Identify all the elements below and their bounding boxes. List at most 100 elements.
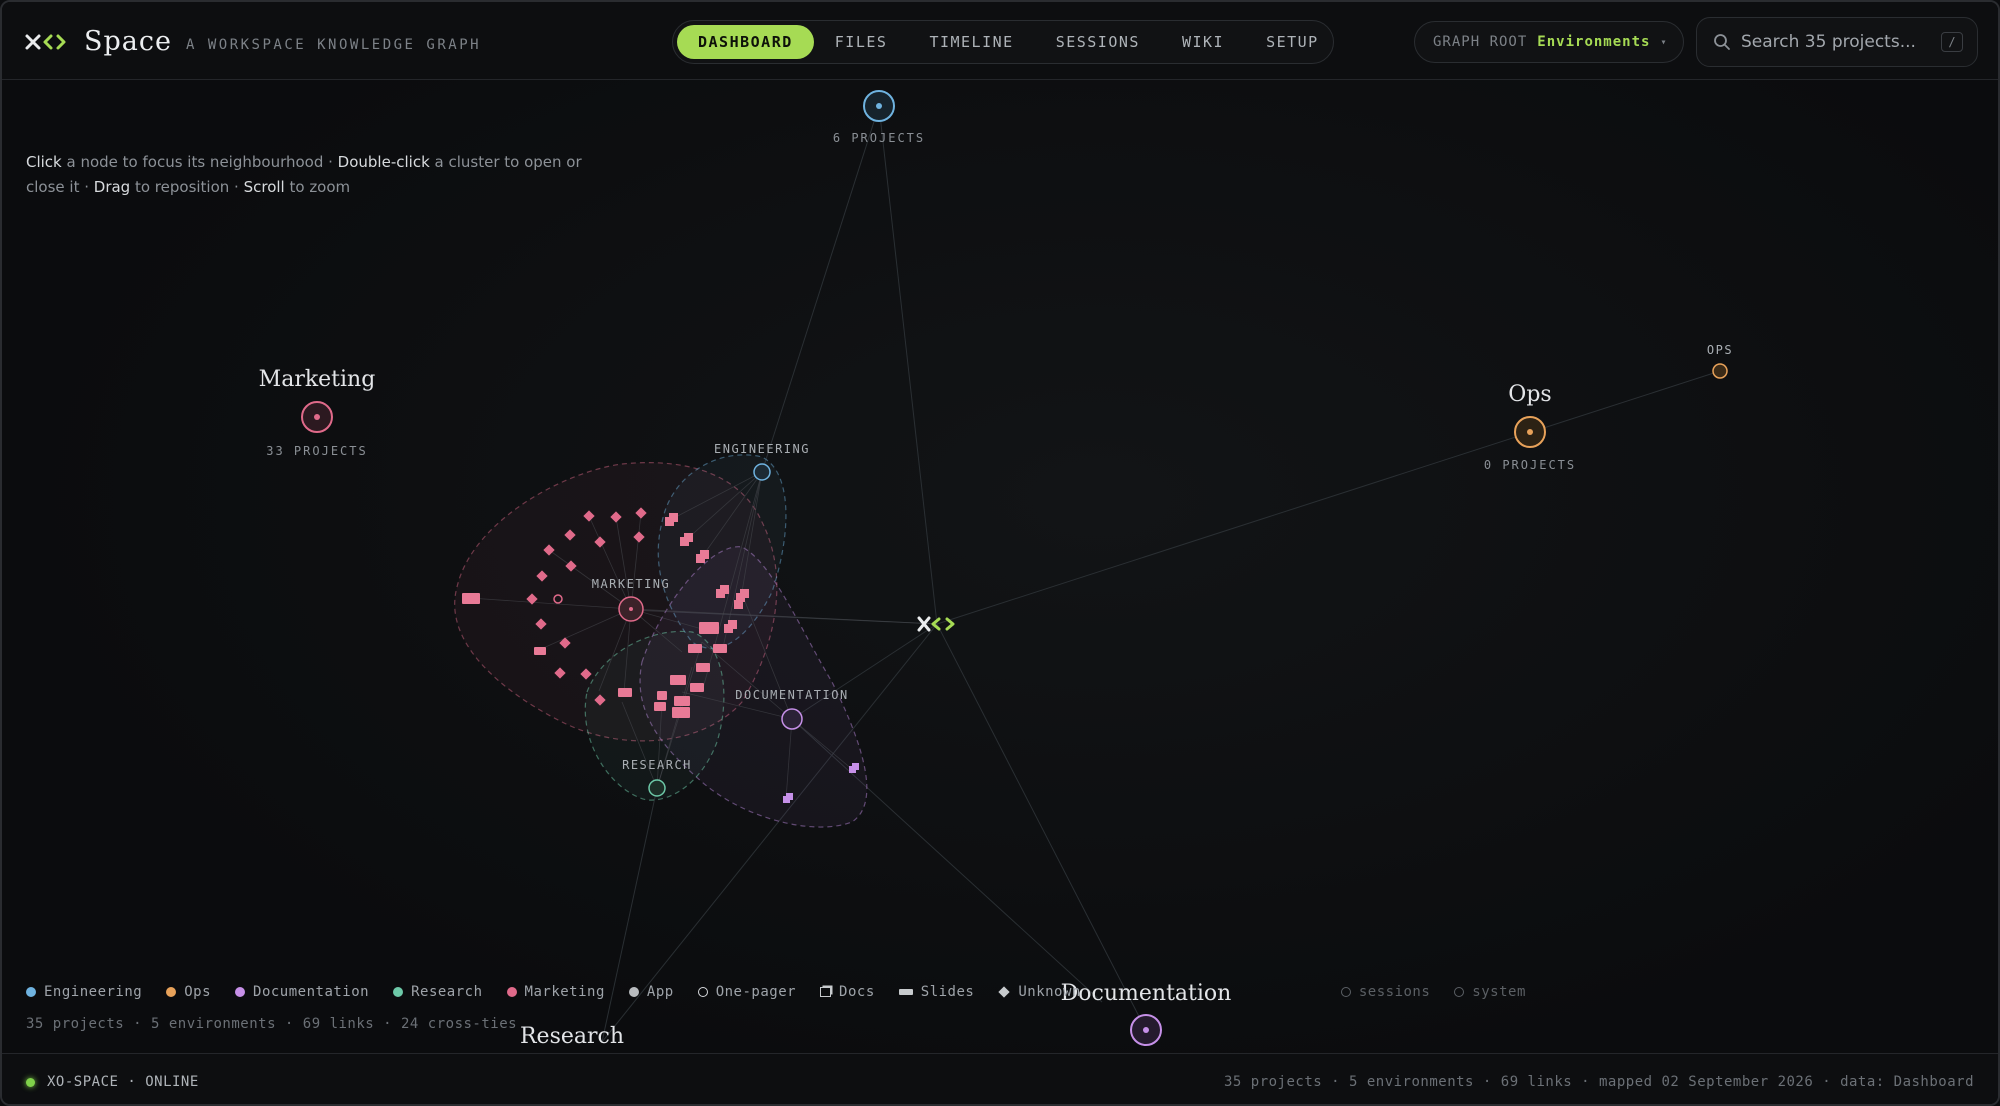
engineering-cluster-label: ENGINEERING — [714, 442, 810, 456]
environment-name: Marketing — [259, 367, 376, 392]
documentation-cluster-label: DOCUMENTATION — [735, 688, 848, 702]
legend-label: system — [1472, 984, 1526, 1000]
environment-project-count: 33 PROJECTS — [266, 444, 367, 458]
slides-node[interactable] — [713, 644, 727, 653]
slides-node[interactable] — [674, 696, 690, 706]
legend-sessions[interactable]: sessions — [1340, 984, 1431, 1000]
legend-label: Engineering — [44, 984, 143, 1000]
legend-ops[interactable]: Ops — [166, 984, 211, 1000]
legend-label: sessions — [1358, 984, 1431, 1000]
online-indicator-icon — [26, 1077, 35, 1087]
environment-project-count: 0 PROJECTS — [1484, 458, 1576, 472]
docs-node[interactable] — [740, 589, 749, 598]
slides-node[interactable] — [670, 675, 686, 685]
main-nav: DASHBOARD FILES TIMELINE SESSIONS WIKI S… — [672, 20, 1334, 64]
slides-node[interactable] — [690, 683, 704, 692]
graph-root-select[interactable]: GRAPH ROOT Environments ▾ — [1414, 21, 1684, 63]
slides-node[interactable] — [688, 644, 702, 653]
docs-stack-icon — [820, 987, 832, 997]
engineering-swatch-icon — [26, 987, 36, 997]
legend-label: Slides — [920, 984, 975, 1000]
legend-label: Research — [411, 984, 483, 1000]
search-icon — [1714, 34, 1730, 50]
legend-app[interactable]: App — [628, 984, 674, 1000]
tab-setup[interactable]: SETUP — [1245, 25, 1340, 59]
app-name: Space — [84, 26, 172, 57]
legend-slides[interactable]: Slides — [898, 984, 975, 1000]
graph-root-label: GRAPH ROOT — [1433, 34, 1528, 50]
legend-label: Docs — [839, 984, 875, 1000]
status-text: XO-SPACE · ONLINE — [47, 1074, 199, 1090]
search-input[interactable] — [1741, 32, 1951, 52]
app-tagline: A WORKSPACE KNOWLEDGE GRAPH — [185, 36, 482, 53]
docs-node[interactable] — [720, 585, 729, 594]
graph-legend: Engineering Ops Documentation Research M… — [26, 984, 1550, 1000]
legend-research[interactable]: Research — [393, 984, 482, 1000]
environment-name: Research — [520, 1024, 624, 1049]
environment-name: Ops — [1508, 382, 1551, 407]
docs-node[interactable] — [852, 763, 859, 770]
legend-docs[interactable]: Docs — [820, 984, 875, 1000]
slides-node[interactable] — [534, 647, 546, 655]
unknown-diamond-icon — [998, 986, 1011, 998]
knowledge-graph-canvas[interactable]: ENGINEERING MARKETING DOCUMENTATION RESE… — [2, 80, 2000, 1050]
search-box: / — [1696, 17, 1978, 67]
system-ring-icon — [1454, 987, 1465, 997]
legend-unknown[interactable]: Unknown — [998, 984, 1081, 1000]
research-swatch-icon — [393, 987, 404, 997]
sessions-ring-icon — [1340, 987, 1351, 997]
legend-system[interactable]: system — [1454, 984, 1526, 1000]
environment-node-marketing[interactable]: Marketing 33 PROJECTS — [259, 367, 376, 458]
slides-node[interactable] — [696, 663, 710, 672]
graph-root-value: Environments — [1537, 34, 1651, 50]
legend-marketing[interactable]: Marketing — [506, 984, 605, 1000]
connection-status: XO-SPACE · ONLINE — [26, 1074, 199, 1090]
top-bar: Space A WORKSPACE KNOWLEDGE GRAPH DASHBO… — [2, 2, 1998, 80]
docs-node[interactable] — [786, 793, 793, 800]
slides-bar-icon — [898, 989, 913, 995]
legend-documentation[interactable]: Documentation — [235, 984, 369, 1000]
app-window: Space A WORKSPACE KNOWLEDGE GRAPH DASHBO… — [0, 0, 2000, 1106]
docs-node[interactable] — [734, 600, 743, 609]
documentation-swatch-icon — [235, 987, 246, 997]
legend-engineering[interactable]: Engineering — [26, 984, 142, 1000]
graph-stats: 35 projects · 5 environments · 69 links … — [26, 1016, 518, 1032]
environment-node-research[interactable]: Research — [520, 1024, 624, 1049]
docs-node[interactable] — [669, 513, 678, 522]
environment-node-engineering[interactable]: 6 PROJECTS — [833, 90, 925, 145]
tab-wiki[interactable]: WIKI — [1161, 25, 1245, 59]
app-dot-icon — [628, 987, 639, 997]
legend-label: Documentation — [253, 984, 370, 1000]
logo[interactable]: Space A WORKSPACE KNOWLEDGE GRAPH — [24, 26, 481, 57]
tab-sessions[interactable]: SESSIONS — [1035, 25, 1161, 59]
research-cluster-label: RESEARCH — [622, 758, 692, 772]
xo-logo-icon — [25, 34, 66, 49]
legend-label: One-pager — [715, 984, 797, 1000]
environment-node-ops[interactable]: Ops 0 PROJECTS — [1484, 382, 1576, 472]
slides-node[interactable] — [699, 622, 719, 634]
environment-project-count: 6 PROJECTS — [833, 131, 925, 145]
ops-hub[interactable]: OPS — [1707, 343, 1733, 379]
one-pager-ring-icon — [697, 987, 708, 997]
marketing-swatch-icon — [506, 987, 517, 997]
docs-node[interactable] — [728, 620, 737, 629]
slides-node[interactable] — [462, 593, 480, 604]
footer-summary: 35 projects · 5 environments · 69 links … — [1223, 1074, 1974, 1090]
legend-label: Ops — [184, 984, 212, 1000]
docs-node[interactable] — [700, 550, 709, 559]
slides-node[interactable] — [654, 702, 666, 711]
slides-node[interactable] — [672, 707, 690, 718]
chevron-down-icon: ▾ — [1660, 36, 1668, 48]
legend-label: Unknown — [1018, 984, 1081, 1000]
tab-timeline[interactable]: TIMELINE — [908, 25, 1034, 59]
legend-label: Marketing — [524, 984, 605, 1000]
tab-dashboard[interactable]: DASHBOARD — [677, 25, 814, 59]
slides-node[interactable] — [618, 688, 632, 697]
ops-cluster-label: OPS — [1707, 343, 1733, 357]
legend-one-pager[interactable]: One-pager — [697, 984, 797, 1000]
slides-node[interactable] — [657, 691, 667, 700]
ops-swatch-icon — [166, 987, 177, 997]
docs-node[interactable] — [684, 533, 693, 542]
tab-files[interactable]: FILES — [814, 25, 909, 59]
search-shortcut-key: / — [1941, 32, 1963, 52]
